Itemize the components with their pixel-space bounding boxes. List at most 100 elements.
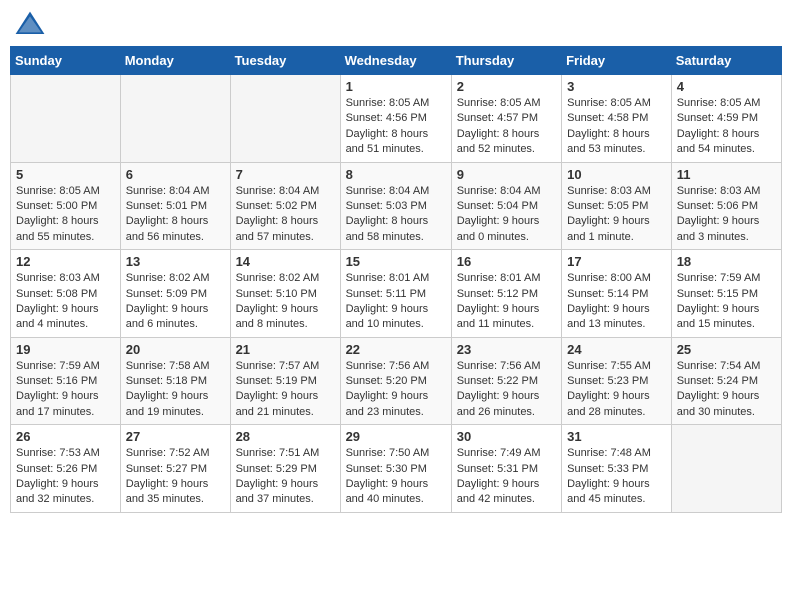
day-info: Sunrise: 8:03 AM Sunset: 5:06 PM Dayligh… — [677, 184, 776, 246]
day-info: Sunrise: 8:02 AM Sunset: 5:10 PM Dayligh… — [236, 271, 335, 333]
calendar-week-row: 1 Sunrise: 8:05 AM Sunset: 4:56 PM Daylig… — [11, 75, 782, 163]
calendar: SundayMondayTuesdayWednesdayThursdayFrid… — [10, 46, 782, 513]
day-number: 9 — [457, 167, 556, 182]
calendar-cell: 26Sunrise: 7:53 AM Sunset: 5:26 PM Dayli… — [11, 425, 121, 513]
day-info: Sunrise: 7:56 AM Sunset: 5:20 PM Dayligh… — [346, 359, 446, 421]
day-info: Sunrise: 8:02 AM Sunset: 5:09 PM Dayligh… — [126, 271, 225, 333]
calendar-cell: 20 Sunrise: 7:58 AM Sunset: 5:18 PM Dayli… — [120, 337, 230, 425]
day-number: 29 — [346, 429, 446, 444]
calendar-cell: 14 Sunrise: 8:02 AM Sunset: 5:10 PM Dayli… — [230, 250, 340, 338]
day-info: Sunrise: 8:04 AM Sunset: 5:03 PM Dayligh… — [346, 184, 446, 246]
day-number: 6 — [126, 167, 225, 182]
calendar-cell: 12 Sunrise: 8:03 AM Sunset: 5:08 PM Dayli… — [11, 250, 121, 338]
calendar-cell: 7 Sunrise: 8:04 AM Sunset: 5:02 PM Daylig… — [230, 162, 340, 250]
day-info: Sunrise: 7:52 AM Sunset: 5:27 PM Dayligh… — [126, 446, 225, 508]
weekday-header: Saturday — [671, 47, 781, 75]
calendar-cell: 5 Sunrise: 8:05 AM Sunset: 5:00 PM Daylig… — [11, 162, 121, 250]
calendar-cell: 2 Sunrise: 8:05 AM Sunset: 4:57 PM Daylig… — [451, 75, 561, 163]
day-info: Sunrise: 7:48 AM Sunset: 5:33 PM Dayligh… — [567, 446, 666, 508]
calendar-week-row: 26Sunrise: 7:53 AM Sunset: 5:26 PM Dayli… — [11, 425, 782, 513]
calendar-cell: 1 Sunrise: 8:05 AM Sunset: 4:56 PM Daylig… — [340, 75, 451, 163]
calendar-cell — [120, 75, 230, 163]
calendar-cell: 11 Sunrise: 8:03 AM Sunset: 5:06 PM Dayli… — [671, 162, 781, 250]
day-number: 10 — [567, 167, 666, 182]
day-info: Sunrise: 8:00 AM Sunset: 5:14 PM Dayligh… — [567, 271, 666, 333]
day-number: 22 — [346, 342, 446, 357]
day-info: Sunrise: 7:50 AM Sunset: 5:30 PM Dayligh… — [346, 446, 446, 508]
day-info: Sunrise: 8:04 AM Sunset: 5:04 PM Dayligh… — [457, 184, 556, 246]
page-header — [10, 10, 782, 38]
calendar-cell: 8Sunrise: 8:04 AM Sunset: 5:03 PM Daylig… — [340, 162, 451, 250]
calendar-cell: 29 Sunrise: 7:50 AM Sunset: 5:30 PM Dayli… — [340, 425, 451, 513]
calendar-cell — [11, 75, 121, 163]
day-number: 25 — [677, 342, 776, 357]
day-info: Sunrise: 8:01 AM Sunset: 5:12 PM Dayligh… — [457, 271, 556, 333]
calendar-cell: 13Sunrise: 8:02 AM Sunset: 5:09 PM Dayli… — [120, 250, 230, 338]
calendar-cell: 10Sunrise: 8:03 AM Sunset: 5:05 PM Dayli… — [562, 162, 672, 250]
weekday-header: Thursday — [451, 47, 561, 75]
calendar-cell: 24 Sunrise: 7:55 AM Sunset: 5:23 PM Dayli… — [562, 337, 672, 425]
day-info: Sunrise: 7:57 AM Sunset: 5:19 PM Dayligh… — [236, 359, 335, 421]
calendar-cell: 27 Sunrise: 7:52 AM Sunset: 5:27 PM Dayli… — [120, 425, 230, 513]
day-number: 30 — [457, 429, 556, 444]
day-number: 20 — [126, 342, 225, 357]
day-info: Sunrise: 7:58 AM Sunset: 5:18 PM Dayligh… — [126, 359, 225, 421]
day-number: 2 — [457, 79, 556, 94]
day-number: 14 — [236, 254, 335, 269]
weekday-header: Wednesday — [340, 47, 451, 75]
day-info: Sunrise: 7:54 AM Sunset: 5:24 PM Dayligh… — [677, 359, 776, 421]
day-number: 1 — [346, 79, 446, 94]
day-info: Sunrise: 8:05 AM Sunset: 4:56 PM Dayligh… — [346, 96, 446, 158]
calendar-cell — [671, 425, 781, 513]
calendar-cell — [230, 75, 340, 163]
day-number: 26 — [16, 429, 115, 444]
day-info: Sunrise: 8:05 AM Sunset: 4:59 PM Dayligh… — [677, 96, 776, 158]
day-number: 4 — [677, 79, 776, 94]
weekday-header: Tuesday — [230, 47, 340, 75]
calendar-cell: 25 Sunrise: 7:54 AM Sunset: 5:24 PM Dayli… — [671, 337, 781, 425]
day-number: 19 — [16, 342, 115, 357]
day-info: Sunrise: 8:05 AM Sunset: 4:57 PM Dayligh… — [457, 96, 556, 158]
day-number: 18 — [677, 254, 776, 269]
day-number: 24 — [567, 342, 666, 357]
day-info: Sunrise: 8:05 AM Sunset: 5:00 PM Dayligh… — [16, 184, 115, 246]
calendar-cell: 4 Sunrise: 8:05 AM Sunset: 4:59 PM Daylig… — [671, 75, 781, 163]
calendar-week-row: 19 Sunrise: 7:59 AM Sunset: 5:16 PM Dayli… — [11, 337, 782, 425]
day-info: Sunrise: 7:51 AM Sunset: 5:29 PM Dayligh… — [236, 446, 335, 508]
day-number: 5 — [16, 167, 115, 182]
calendar-cell: 23Sunrise: 7:56 AM Sunset: 5:22 PM Dayli… — [451, 337, 561, 425]
calendar-cell: 28Sunrise: 7:51 AM Sunset: 5:29 PM Dayli… — [230, 425, 340, 513]
day-number: 11 — [677, 167, 776, 182]
day-number: 16 — [457, 254, 556, 269]
day-number: 17 — [567, 254, 666, 269]
day-info: Sunrise: 8:03 AM Sunset: 5:08 PM Dayligh… — [16, 271, 115, 333]
day-info: Sunrise: 8:05 AM Sunset: 4:58 PM Dayligh… — [567, 96, 666, 158]
day-number: 15 — [346, 254, 446, 269]
day-number: 27 — [126, 429, 225, 444]
day-info: Sunrise: 7:55 AM Sunset: 5:23 PM Dayligh… — [567, 359, 666, 421]
calendar-cell: 18 Sunrise: 7:59 AM Sunset: 5:15 PM Dayli… — [671, 250, 781, 338]
day-number: 7 — [236, 167, 335, 182]
calendar-cell: 22 Sunrise: 7:56 AM Sunset: 5:20 PM Dayli… — [340, 337, 451, 425]
day-info: Sunrise: 7:49 AM Sunset: 5:31 PM Dayligh… — [457, 446, 556, 508]
weekday-header: Friday — [562, 47, 672, 75]
calendar-cell: 21 Sunrise: 7:57 AM Sunset: 5:19 PM Dayli… — [230, 337, 340, 425]
calendar-cell: 19 Sunrise: 7:59 AM Sunset: 5:16 PM Dayli… — [11, 337, 121, 425]
day-info: Sunrise: 8:04 AM Sunset: 5:01 PM Dayligh… — [126, 184, 225, 246]
weekday-header: Monday — [120, 47, 230, 75]
calendar-week-row: 12 Sunrise: 8:03 AM Sunset: 5:08 PM Dayli… — [11, 250, 782, 338]
day-info: Sunrise: 7:59 AM Sunset: 5:15 PM Dayligh… — [677, 271, 776, 333]
weekday-header: Sunday — [11, 47, 121, 75]
day-info: Sunrise: 7:56 AM Sunset: 5:22 PM Dayligh… — [457, 359, 556, 421]
calendar-week-row: 5 Sunrise: 8:05 AM Sunset: 5:00 PM Daylig… — [11, 162, 782, 250]
day-info: Sunrise: 7:59 AM Sunset: 5:16 PM Dayligh… — [16, 359, 115, 421]
calendar-cell: 9 Sunrise: 8:04 AM Sunset: 5:04 PM Daylig… — [451, 162, 561, 250]
day-number: 21 — [236, 342, 335, 357]
day-info: Sunrise: 8:04 AM Sunset: 5:02 PM Dayligh… — [236, 184, 335, 246]
calendar-cell: 31Sunrise: 7:48 AM Sunset: 5:33 PM Dayli… — [562, 425, 672, 513]
calendar-cell: 30 Sunrise: 7:49 AM Sunset: 5:31 PM Dayli… — [451, 425, 561, 513]
day-number: 12 — [16, 254, 115, 269]
day-number: 3 — [567, 79, 666, 94]
weekday-header-row: SundayMondayTuesdayWednesdayThursdayFrid… — [11, 47, 782, 75]
calendar-cell: 6 Sunrise: 8:04 AM Sunset: 5:01 PM Daylig… — [120, 162, 230, 250]
